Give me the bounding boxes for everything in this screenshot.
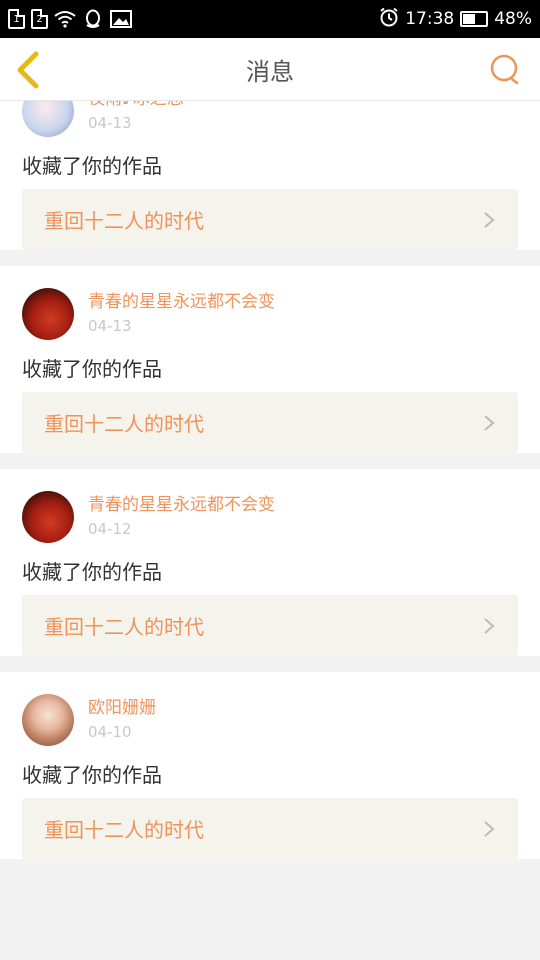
action-text: 收藏了你的作品 (22, 154, 162, 178)
battery-icon (460, 11, 489, 27)
navigation-bar: 消息 (0, 38, 540, 101)
sim2-label: 2 (36, 13, 43, 25)
work-link[interactable]: 重回十二人的时代 (22, 189, 518, 250)
page-title: 消息 (246, 57, 294, 86)
avatar[interactable] (22, 491, 74, 543)
user-name[interactable]: 欧阳姗姗 (88, 697, 156, 719)
message-date: 04-12 (88, 520, 132, 538)
chevron-right-icon (484, 211, 495, 228)
alarm-icon (379, 7, 399, 32)
work-title: 重回十二人的时代 (44, 209, 204, 233)
chevron-right-icon (484, 414, 495, 431)
message-date: 04-10 (88, 723, 132, 741)
sim1-label: 1 (13, 13, 20, 25)
action-text: 收藏了你的作品 (22, 560, 162, 584)
time-label: 17:38 (405, 9, 455, 29)
avatar[interactable] (22, 101, 74, 137)
battery-fill (463, 14, 475, 24)
search-icon (490, 54, 519, 85)
status-bar: 1 2 17:38 48% (0, 0, 540, 38)
avatar[interactable] (22, 288, 74, 340)
user-name[interactable]: 青春的星星永远都不会变 (88, 494, 275, 516)
message-card: 夜雨♪冰之恋 04-13 收藏了你的作品 重回十二人的时代 (0, 101, 540, 250)
action-text: 收藏了你的作品 (22, 357, 162, 381)
work-title: 重回十二人的时代 (44, 818, 204, 842)
chevron-right-icon (484, 820, 495, 837)
work-link[interactable]: 重回十二人的时代 (22, 392, 518, 453)
message-date: 04-13 (88, 114, 132, 132)
image-icon (110, 9, 132, 29)
wifi-icon (54, 9, 76, 29)
battery-label: 48% (494, 9, 532, 29)
work-link[interactable]: 重回十二人的时代 (22, 798, 518, 859)
message-card: 青春的星星永远都不会变 04-13 收藏了你的作品 重回十二人的时代 (0, 266, 540, 453)
qq-icon (82, 9, 104, 29)
message-date: 04-13 (88, 317, 132, 335)
message-card: 青春的星星永远都不会变 04-12 收藏了你的作品 重回十二人的时代 (0, 469, 540, 656)
user-name[interactable]: 青春的星星永远都不会变 (88, 291, 275, 313)
message-list: 夜雨♪冰之恋 04-13 收藏了你的作品 重回十二人的时代 青春的星星永远都不会… (0, 101, 540, 960)
chevron-left-icon (17, 51, 39, 89)
message-card: 欧阳姗姗 04-10 收藏了你的作品 重回十二人的时代 (0, 672, 540, 859)
sim1-icon: 1 (8, 9, 25, 29)
action-text: 收藏了你的作品 (22, 763, 162, 787)
work-link[interactable]: 重回十二人的时代 (22, 595, 518, 656)
chevron-right-icon (484, 617, 495, 634)
sim2-icon: 2 (31, 9, 48, 29)
back-button[interactable] (14, 50, 50, 90)
user-name[interactable]: 夜雨♪冰之恋 (88, 101, 184, 110)
work-title: 重回十二人的时代 (44, 615, 204, 639)
search-button[interactable] (488, 52, 522, 86)
avatar[interactable] (22, 694, 74, 746)
work-title: 重回十二人的时代 (44, 412, 204, 436)
